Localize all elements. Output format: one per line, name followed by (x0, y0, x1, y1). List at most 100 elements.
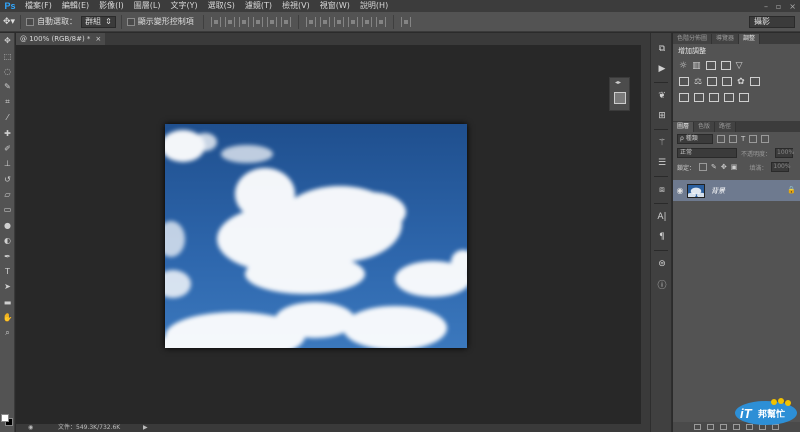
3d-icon[interactable]: ⧈ (651, 180, 673, 200)
shape-icon[interactable]: ▬ (0, 295, 15, 310)
marquee-icon[interactable]: ⬚ (0, 48, 15, 63)
eraser-icon[interactable]: ▱ (0, 187, 15, 202)
fill-field[interactable]: 100% (771, 162, 791, 172)
zoom-level-icon[interactable]: ◉ (28, 424, 33, 432)
stamp-icon[interactable]: ⊥ (0, 156, 15, 171)
menu-window[interactable]: 視窗(W) (315, 0, 355, 12)
filter-pixel-icon[interactable] (717, 135, 725, 143)
filter-adjustment-icon[interactable] (729, 135, 737, 143)
lock-all-icon[interactable]: ▣ (731, 163, 738, 171)
layer-kind-filter[interactable]: ρ 種類 (677, 134, 713, 144)
menu-layer[interactable]: 圖層(L) (129, 0, 166, 12)
canvas-area[interactable] (16, 45, 641, 424)
channel-mixer-icon[interactable] (749, 77, 760, 86)
quick-select-icon[interactable]: ✎ (0, 79, 15, 94)
auto-select-checkbox[interactable] (26, 17, 35, 26)
distribute-hcenter-icon[interactable] (361, 16, 372, 27)
exposure-icon[interactable] (720, 61, 731, 70)
document-tab[interactable]: @ 100% (RGB/8#) * × (16, 33, 106, 45)
posterize-icon[interactable] (694, 93, 704, 102)
lasso-icon[interactable]: ◌ (0, 64, 15, 79)
path-select-icon[interactable]: ➤ (0, 279, 15, 294)
menu-type[interactable]: 文字(Y) (165, 0, 202, 12)
navigator-icon[interactable] (614, 92, 626, 104)
collapsed-panel[interactable]: ◂▸ (609, 77, 630, 111)
healing-icon[interactable]: ✚ (0, 125, 15, 140)
selective-color-icon[interactable] (724, 93, 734, 102)
add-mask-icon[interactable] (720, 424, 727, 430)
actions-icon[interactable]: ▶ (651, 59, 673, 79)
filter-shape-icon[interactable] (749, 135, 758, 143)
photo-filter-icon[interactable]: ✿ (737, 77, 745, 87)
tab-navigator[interactable]: 導覽器 (712, 34, 740, 44)
lock-position-icon[interactable]: ✥ (721, 163, 727, 171)
threshold-icon[interactable] (709, 93, 719, 102)
zoom-icon[interactable]: ⌕ (0, 325, 15, 340)
tab-histogram[interactable]: 色階分佈圖 (673, 34, 713, 44)
sky-clouds-image[interactable] (165, 124, 467, 348)
auto-select-dropdown[interactable]: 群組 ⇕ (81, 15, 116, 28)
close-icon[interactable]: × (789, 2, 796, 11)
workspace-dropdown[interactable]: 攝影 (749, 16, 795, 28)
menu-image[interactable]: 影像(I) (94, 0, 129, 12)
brightness-icon[interactable]: ☼ (679, 61, 687, 71)
properties-icon[interactable]: ⊜ (651, 254, 673, 274)
distribute-right-icon[interactable] (375, 16, 386, 27)
menu-edit[interactable]: 編輯(E) (57, 0, 94, 12)
minimize-icon[interactable]: – (764, 2, 768, 11)
layer-comps-icon[interactable]: ☰ (651, 153, 673, 173)
align-top-icon[interactable] (210, 16, 221, 27)
color-balance-icon[interactable] (707, 77, 718, 86)
lock-transparent-icon[interactable] (699, 163, 708, 171)
maximize-icon[interactable]: ▫ (776, 2, 781, 11)
tab-paths[interactable]: 路徑 (715, 122, 737, 132)
distribute-vcenter-icon[interactable] (319, 16, 330, 27)
align-vcenter-icon[interactable] (224, 16, 235, 27)
history-brush-icon[interactable]: ↺ (0, 172, 15, 187)
menu-help[interactable]: 說明(H) (355, 0, 393, 12)
filter-smart-icon[interactable] (761, 135, 770, 143)
hue-saturation-icon[interactable]: ⚖ (694, 77, 702, 87)
history-icon[interactable]: ⧉ (651, 39, 673, 59)
type-icon[interactable]: T (0, 264, 15, 279)
blend-mode-select[interactable]: 正常 (677, 148, 737, 158)
menu-view[interactable]: 檢視(V) (277, 0, 315, 12)
brush-presets-icon[interactable]: ❦ (651, 86, 673, 106)
black-white-icon[interactable] (722, 77, 733, 86)
align-hcenter-icon[interactable] (266, 16, 277, 27)
layer-row-background[interactable]: ◉ 背景 🔒 (673, 180, 800, 201)
auto-align-icon[interactable] (400, 16, 411, 27)
paragraph-icon[interactable]: ¶ (651, 227, 673, 247)
align-bottom-icon[interactable] (238, 16, 249, 27)
brush-icon[interactable]: ✐ (0, 141, 15, 156)
menu-filter[interactable]: 濾鏡(T) (240, 0, 277, 12)
gradient-map-icon[interactable]: ▽ (736, 61, 743, 71)
move-tool-preset-icon[interactable]: ✥▾ (3, 17, 15, 27)
align-right-icon[interactable] (280, 16, 291, 27)
visibility-eye-icon[interactable]: ◉ (673, 186, 687, 195)
curves-icon[interactable] (705, 61, 716, 70)
gradient-map-2-icon[interactable] (739, 93, 749, 102)
tab-layers[interactable]: 圖層 (673, 122, 695, 132)
gradient-icon[interactable]: ▭ (0, 202, 15, 217)
distribute-bottom-icon[interactable] (333, 16, 344, 27)
blur-icon[interactable]: ● (0, 218, 15, 233)
opacity-field[interactable]: 100% (775, 148, 794, 158)
info-icon[interactable]: ⓘ (651, 274, 673, 294)
distribute-left-icon[interactable] (347, 16, 358, 27)
expand-icon[interactable]: ◂▸ (615, 79, 621, 86)
menu-file[interactable]: 檔案(F) (20, 0, 57, 12)
close-icon[interactable]: × (95, 33, 101, 45)
move-icon[interactable]: ✥ (0, 33, 15, 48)
invert-icon[interactable] (679, 93, 689, 102)
pen-icon[interactable]: ✒ (0, 248, 15, 263)
lock-pixels-icon[interactable]: ✎ (711, 163, 717, 171)
filter-type-icon[interactable]: T (741, 135, 745, 143)
status-menu-icon[interactable]: ▶ (143, 424, 148, 432)
hand-icon[interactable]: ✋ (0, 310, 15, 325)
clone-source-icon[interactable]: ⊞ (651, 106, 673, 126)
character-icon[interactable]: A| (651, 207, 673, 227)
vibrance-icon[interactable] (679, 77, 689, 86)
foreground-color-swatch[interactable] (1, 414, 9, 422)
crop-icon[interactable]: ⌗ (0, 95, 15, 110)
